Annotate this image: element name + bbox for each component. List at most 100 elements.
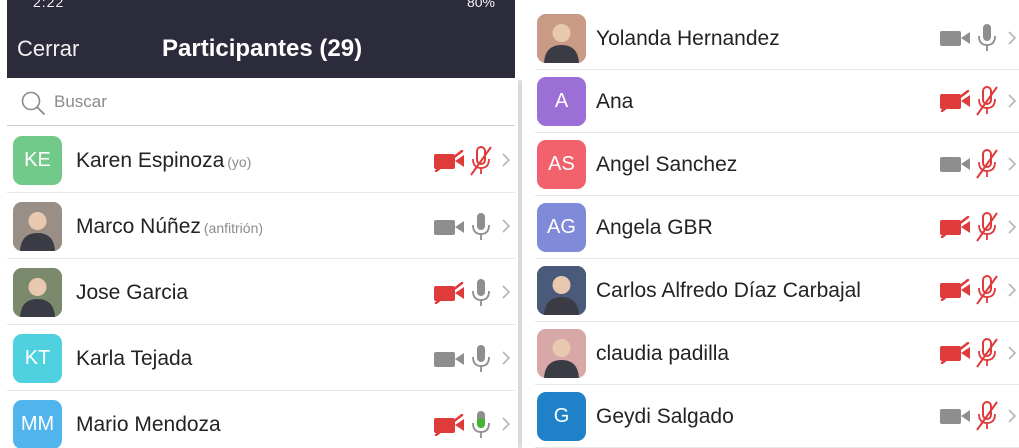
video-off-icon bbox=[940, 90, 970, 112]
chevron-right-icon bbox=[1008, 346, 1017, 360]
close-button[interactable]: Cerrar bbox=[17, 36, 79, 62]
participants-panel-right: Yolanda Hernandez A Ana AS Angel Sanchez AG An… bbox=[535, 0, 1019, 448]
participant-row[interactable]: KE Karen Espinoza (yo) bbox=[7, 127, 515, 193]
participant-row[interactable]: G Geydi Salgado bbox=[535, 385, 1019, 448]
video-camera-icon bbox=[434, 352, 464, 367]
microphone-icon bbox=[472, 279, 490, 306]
status-battery: 80% bbox=[466, 0, 495, 10]
participant-list-left: KE Karen Espinoza (yo) Marco Núñez (anfitrió… bbox=[7, 127, 515, 448]
participant-row[interactable]: Carlos Alfredo Díaz Carbajal bbox=[535, 259, 1019, 322]
participant-row[interactable]: Yolanda Hernandez bbox=[535, 7, 1019, 70]
microphone-icon bbox=[472, 345, 490, 372]
avatar: AG bbox=[537, 203, 586, 252]
participant-name: Jose Garcia bbox=[76, 281, 189, 304]
mic-muted-icon bbox=[976, 149, 998, 179]
video-camera-icon bbox=[940, 31, 970, 46]
microphone-icon bbox=[472, 213, 490, 240]
participant-name: Geydi Salgado bbox=[596, 405, 734, 428]
avatar: KT bbox=[13, 334, 62, 383]
participant-name: claudia padilla bbox=[596, 342, 730, 365]
avatar-initials: KT bbox=[24, 347, 51, 369]
profile-photo bbox=[13, 268, 62, 317]
avatar bbox=[537, 14, 586, 63]
chevron-right-icon bbox=[502, 417, 511, 431]
video-off-icon bbox=[940, 279, 970, 301]
participant-list-right: Yolanda Hernandez A Ana AS Angel Sanchez AG An… bbox=[535, 7, 1019, 448]
participant-name: Karen Espinoza (yo) bbox=[76, 149, 252, 172]
participant-name: Karla Tejada bbox=[76, 347, 193, 370]
profile-photo bbox=[13, 202, 62, 251]
video-off-icon bbox=[940, 342, 970, 364]
participant-name: Yolanda Hernandez bbox=[596, 27, 780, 50]
avatar bbox=[13, 268, 62, 317]
avatar: AS bbox=[537, 140, 586, 189]
scrollbar[interactable] bbox=[518, 80, 522, 448]
participant-row[interactable]: MM Mario Mendoza bbox=[7, 391, 515, 448]
mic-muted-icon bbox=[976, 338, 998, 368]
page-title: Participantes (29) bbox=[162, 35, 363, 62]
chevron-right-icon bbox=[502, 351, 511, 365]
avatar: MM bbox=[13, 400, 62, 448]
avatar: A bbox=[537, 77, 586, 126]
participant-name: Marco Núñez (anfitrión) bbox=[76, 215, 264, 238]
search-icon bbox=[21, 91, 45, 115]
participant-row[interactable]: Marco Núñez (anfitrión) bbox=[7, 193, 515, 259]
mic-muted-icon bbox=[976, 212, 998, 242]
chevron-right-icon bbox=[1008, 409, 1017, 423]
avatar: G bbox=[537, 392, 586, 441]
participant-row[interactable]: claudia padilla bbox=[535, 322, 1019, 385]
avatar-initials: KE bbox=[24, 149, 51, 171]
video-off-icon bbox=[434, 414, 464, 436]
avatar bbox=[537, 266, 586, 315]
avatar: KE bbox=[13, 136, 62, 185]
mic-muted-icon bbox=[976, 86, 998, 116]
participant-role-tag: (anfitrión) bbox=[203, 220, 264, 236]
participants-panel-left: 2:22 80% Cerrar Participantes (29) KE Kar… bbox=[7, 0, 515, 448]
video-off-icon bbox=[940, 216, 970, 238]
participants-header: Cerrar Participantes (29) bbox=[7, 14, 515, 78]
mic-muted-icon bbox=[470, 146, 492, 176]
status-bar: 2:22 80% bbox=[7, 0, 515, 14]
participant-row[interactable]: Jose Garcia bbox=[7, 259, 515, 325]
avatar-initials: AS bbox=[548, 153, 575, 175]
avatar-initials: G bbox=[553, 405, 570, 427]
chevron-right-icon bbox=[1008, 220, 1017, 234]
participant-name: Mario Mendoza bbox=[76, 413, 221, 436]
chevron-right-icon bbox=[1008, 157, 1017, 171]
chevron-right-icon bbox=[1008, 31, 1017, 45]
video-camera-icon bbox=[434, 220, 464, 235]
avatar-initials: A bbox=[554, 90, 569, 112]
chevron-right-icon bbox=[1008, 283, 1017, 297]
chevron-right-icon bbox=[502, 285, 511, 299]
profile-photo bbox=[537, 329, 586, 378]
status-time: 2:22 bbox=[33, 0, 65, 10]
participant-name: Carlos Alfredo Díaz Carbajal bbox=[596, 279, 861, 302]
chevron-right-icon bbox=[502, 153, 511, 167]
participant-name: Ana bbox=[596, 90, 634, 113]
participant-row[interactable]: A Ana bbox=[535, 70, 1019, 133]
video-camera-icon bbox=[940, 409, 970, 424]
video-off-icon bbox=[434, 150, 464, 172]
microphone-icon bbox=[978, 24, 996, 51]
avatar-initials: AG bbox=[547, 216, 576, 238]
chevron-right-icon bbox=[502, 219, 511, 233]
video-camera-icon bbox=[940, 157, 970, 172]
avatar-initials: MM bbox=[20, 413, 55, 435]
profile-photo bbox=[537, 14, 586, 63]
mic-muted-icon bbox=[976, 401, 998, 431]
microphone-icon bbox=[472, 411, 490, 438]
search-bar bbox=[7, 78, 515, 126]
participant-name: Angela GBR bbox=[596, 216, 713, 239]
participant-role-tag: (yo) bbox=[227, 154, 252, 170]
participant-row[interactable]: KT Karla Tejada bbox=[7, 325, 515, 391]
avatar bbox=[13, 202, 62, 251]
participant-name: Angel Sanchez bbox=[596, 153, 738, 176]
participant-row[interactable]: AG Angela GBR bbox=[535, 196, 1019, 259]
participant-row[interactable]: AS Angel Sanchez bbox=[535, 133, 1019, 196]
search-input[interactable] bbox=[54, 90, 454, 114]
mic-muted-icon bbox=[976, 275, 998, 305]
avatar bbox=[537, 329, 586, 378]
chevron-right-icon bbox=[1008, 94, 1017, 108]
video-off-icon bbox=[434, 282, 464, 304]
profile-photo bbox=[537, 266, 586, 315]
